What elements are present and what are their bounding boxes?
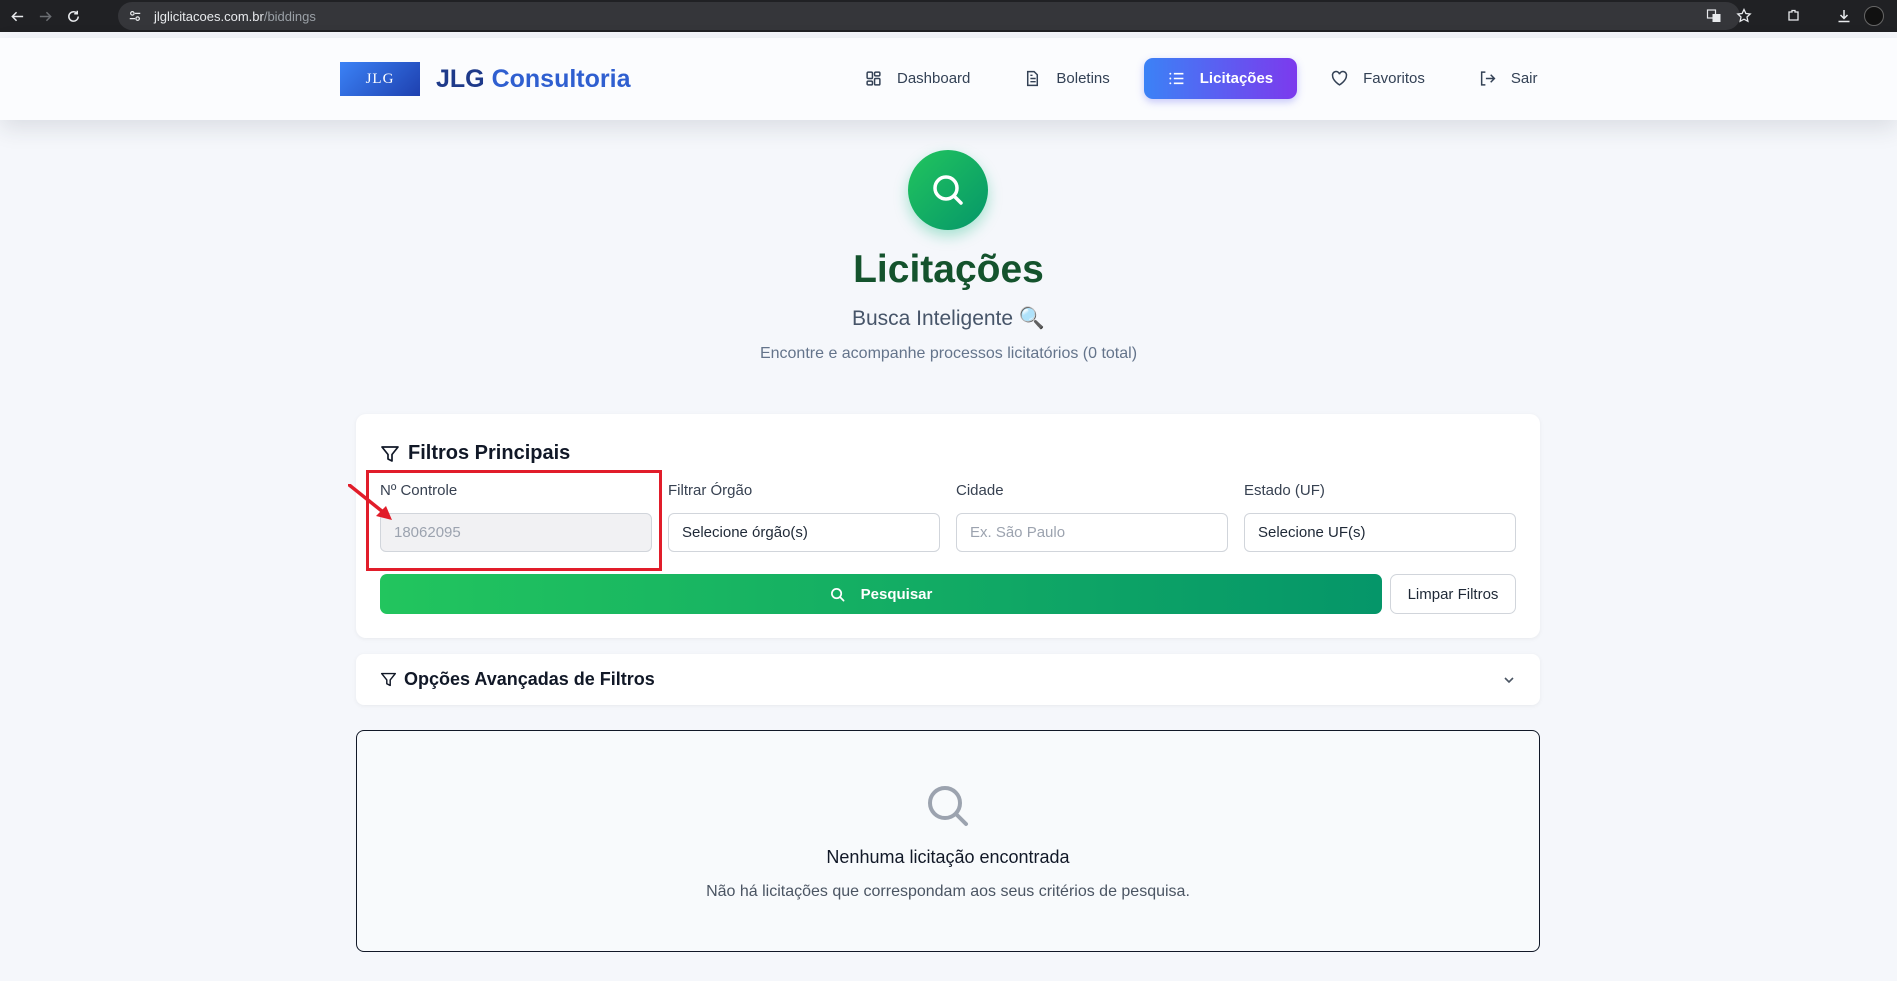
brand[interactable]: JLG JLG Consultoria [340,62,630,96]
nav-label-favoritos: Favoritos [1363,70,1425,87]
advanced-filters-toggle[interactable]: Opções Avançadas de Filtros [356,654,1540,705]
list-icon [1169,72,1184,85]
profile-button[interactable] [1859,1,1889,31]
hero-search-badge [908,150,988,230]
site-settings-icon[interactable] [124,5,146,27]
translate-icon [1706,9,1721,22]
estado-select[interactable]: Selecione UF(s) [1244,513,1516,552]
url-text: jlglicitacoes.com.br/biddings [154,9,316,24]
filter-icon [380,672,397,687]
arrow-right-icon [39,11,52,21]
annotation-arrow-icon [348,484,392,520]
orgao-label: Filtrar Órgão [668,482,753,499]
clear-filters-button[interactable]: Limpar Filtros [1390,574,1516,614]
empty-description: Não há licitações que correspondam aos s… [706,883,1190,900]
cidade-input[interactable] [970,524,1214,541]
search-icon [830,587,845,601]
search-icon [928,786,968,826]
brand-name-part1: JLG [436,64,492,93]
back-button[interactable] [6,5,28,27]
star-icon [1736,8,1752,23]
nav-label-boletins: Boletins [1056,70,1110,87]
nav-item-sair[interactable]: Sair [1459,58,1558,99]
nav-label-sair: Sair [1510,70,1538,87]
heart-icon [1331,70,1348,86]
nav-label-dashboard: Dashboard [897,70,971,87]
brand-name: JLG Consultoria [436,65,630,94]
empty-title: Nenhuma licitação encontrada [826,847,1070,867]
nav-item-boletins[interactable]: Boletins [1004,58,1129,99]
url-host: jlglicitacoes.com.br [154,8,264,24]
forward-button[interactable] [34,5,56,27]
nav-label-licitacoes: Licitações [1199,70,1274,87]
search-icon [933,175,963,205]
nav-item-favoritos[interactable]: Favoritos [1311,58,1445,99]
address-bar[interactable]: jlglicitacoes.com.br/biddings [118,2,1740,30]
brand-logo: JLG [340,62,420,96]
logout-icon [1480,71,1496,86]
reload-button[interactable] [62,5,84,27]
downloads-button[interactable] [1829,1,1859,31]
cidade-input-box[interactable] [956,513,1228,552]
filter-icon [381,445,399,462]
estado-field: Estado (UF) Selecione UF(s) [1244,482,1516,552]
extensions-button[interactable] [1779,1,1809,31]
page-description: Encontre e acompanhe processos licitatór… [759,345,1138,362]
avatar [1864,6,1884,26]
nav-item-licitacoes[interactable]: Licitações [1143,58,1298,99]
estado-select-value: Selecione UF(s) [1258,524,1366,541]
search-button-label: Pesquisar [860,585,933,603]
search-button[interactable]: Pesquisar [380,574,1382,614]
browser-actions [1699,0,1897,32]
url-path: /biddings [263,8,316,24]
main-filters-title: Filtros Principais [408,442,571,464]
cidade-label: Cidade [956,482,1004,499]
logo-text: JLG [365,70,395,87]
highlight-annotation [366,470,662,571]
clear-filters-label: Limpar Filtros [1407,585,1499,603]
cidade-field: Cidade [956,482,1228,552]
orgao-select-value: Selecione órgão(s) [682,524,808,541]
advanced-filters-title: Opções Avançadas de Filtros [404,669,655,689]
empty-results-panel: Nenhuma licitação encontrada Não há lici… [356,730,1540,952]
orgao-select[interactable]: Selecione órgão(s) [668,513,940,552]
translate-button[interactable] [1699,1,1729,31]
main-filters-card: Filtros Principais Nº Controle Filtrar Ó… [348,414,1540,638]
dashboard-icon [866,71,881,86]
main-nav: Dashboard Boletins Licitações Favoritos … [845,58,1572,99]
brand-name-part2: Consultoria [491,64,631,93]
reload-icon [67,10,79,22]
puzzle-icon [1788,9,1799,21]
arrow-left-icon [10,11,23,21]
estado-label: Estado (UF) [1244,482,1325,499]
browser-toolbar: jlglicitacoes.com.br/biddings [0,0,1897,32]
app-header: JLG JLG Consultoria Dashboard Boletins L… [0,38,1897,120]
download-icon [1838,10,1850,23]
orgao-field: Filtrar Órgão Selecione órgão(s) [668,482,940,552]
main-filters-heading: Filtros Principais [380,442,570,465]
bookmark-button[interactable] [1729,1,1759,31]
document-icon [1027,70,1039,87]
page-subtitle: Busca Inteligente 🔍 [851,307,1046,330]
chevron-down-icon [1504,676,1514,683]
page-title: Licitações [853,248,1044,291]
nav-item-dashboard[interactable]: Dashboard [845,58,990,99]
